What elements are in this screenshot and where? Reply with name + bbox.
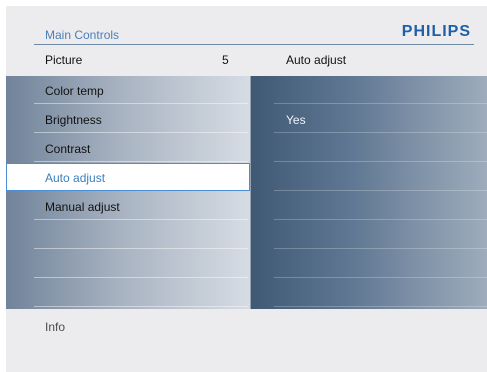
option-divider — [274, 132, 487, 133]
option-divider — [274, 161, 487, 162]
menu-item-manual-adjust[interactable]: Manual adjust — [6, 192, 250, 220]
menu-item-empty-1[interactable] — [6, 221, 250, 249]
menu-item-brightness[interactable]: Brightness — [6, 105, 250, 133]
menu-item-color-temp[interactable]: Color temp — [6, 76, 250, 104]
menu-item-label: Auto adjust — [45, 171, 106, 185]
left-menu-panel: Color temp Brightness Contrast Auto adju… — [6, 76, 250, 309]
option-row-empty-7[interactable] — [250, 279, 487, 307]
menu-divider — [34, 219, 248, 220]
main-controls-title: Main Controls — [45, 28, 120, 42]
menu-divider — [34, 132, 248, 133]
option-divider — [274, 306, 487, 307]
option-divider — [274, 219, 487, 220]
option-row-empty-3[interactable] — [250, 163, 487, 191]
option-yes[interactable]: Yes — [250, 105, 487, 133]
auto-adjust-options-panel: Yes — [250, 76, 487, 309]
menu-divider — [34, 277, 248, 278]
menu-item-label: Contrast — [45, 142, 91, 156]
menu-divider — [34, 306, 248, 307]
menu-item-label: Brightness — [45, 113, 102, 127]
option-row-empty-2[interactable] — [250, 134, 487, 162]
menu-divider — [34, 103, 248, 104]
option-row-empty-6[interactable] — [250, 250, 487, 278]
tv-menu-screen: Main Controls PHILIPS Picture 5 Auto adj… — [6, 6, 487, 372]
menu-header: Main Controls PHILIPS — [6, 6, 487, 48]
picture-label: Picture — [45, 53, 83, 67]
option-divider — [274, 277, 487, 278]
submenu-title: Auto adjust — [286, 53, 347, 67]
option-row-empty-4[interactable] — [250, 192, 487, 220]
menu-item-empty-2[interactable] — [6, 250, 250, 278]
menu-divider — [34, 161, 248, 162]
option-row-empty-1[interactable] — [250, 76, 487, 104]
picture-value: 5 — [222, 53, 229, 67]
option-divider — [274, 103, 487, 104]
info-label: Info — [45, 320, 66, 334]
menu-item-label: Color temp — [45, 84, 104, 98]
menu-item-auto-adjust[interactable]: Auto adjust — [6, 163, 250, 191]
menu-item-empty-3[interactable] — [6, 279, 250, 307]
menu-item-label: Manual adjust — [45, 200, 120, 214]
brand-logo: PHILIPS — [401, 23, 471, 40]
option-row-empty-5[interactable] — [250, 221, 487, 249]
picture-row[interactable]: Picture 5 Auto adjust — [6, 45, 487, 75]
option-label: Yes — [286, 113, 306, 127]
panel-separator — [250, 76, 251, 309]
menu-divider — [34, 248, 248, 249]
option-divider — [274, 190, 487, 191]
option-divider — [274, 248, 487, 249]
menu-item-contrast[interactable]: Contrast — [6, 134, 250, 162]
